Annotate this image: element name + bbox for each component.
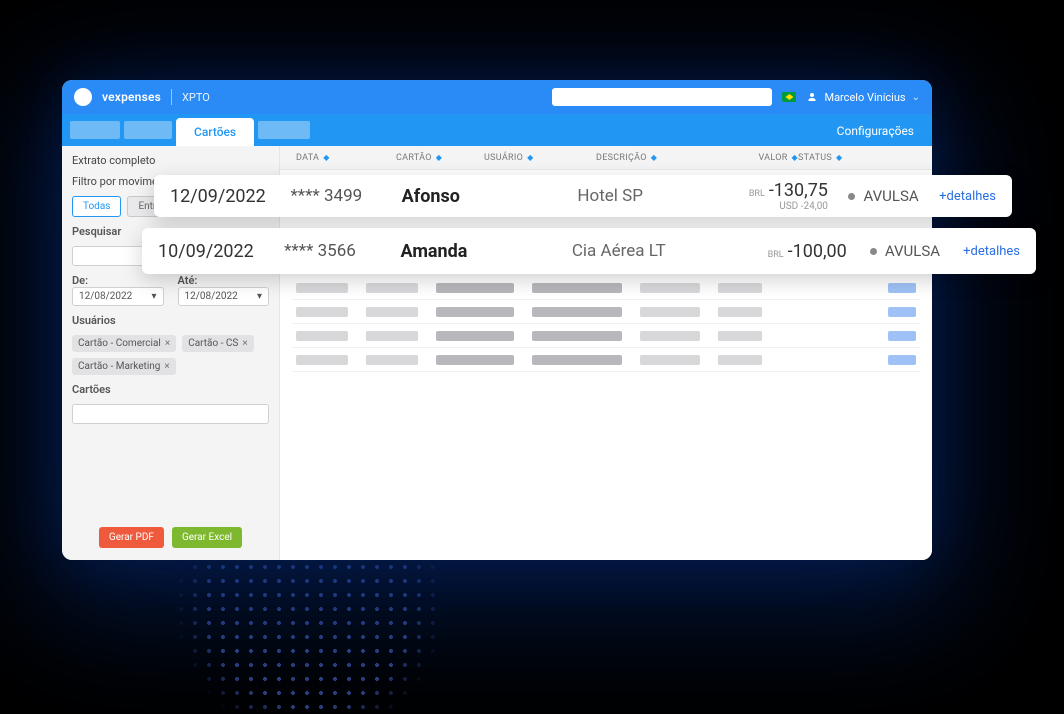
sort-icon: ◆ [323, 153, 329, 162]
nav-config-link[interactable]: Configurações [837, 124, 924, 146]
toggle-todas[interactable]: Todas [72, 196, 121, 217]
row-desc: Hotel SP [531, 186, 689, 206]
filter-chip[interactable]: Cartão - Marketing× [72, 358, 176, 375]
col-card[interactable]: CARTÃO [396, 153, 432, 163]
chevron-down-icon: ▾ [257, 291, 262, 302]
nav-item-placeholder[interactable] [124, 121, 172, 139]
row-user: Amanda [401, 241, 537, 262]
col-value[interactable]: VALOR [758, 153, 787, 163]
brand-logo-icon [74, 88, 92, 106]
row-card: **** 3499 [290, 186, 401, 206]
row-details-link[interactable]: +detalhes [963, 244, 1020, 259]
sort-icon: ◆ [527, 153, 533, 162]
cards-input[interactable] [72, 404, 269, 424]
user-name: Marcelo Vinícius [824, 91, 905, 104]
chevron-down-icon: ▾ [151, 291, 156, 302]
cards-label: Cartões [72, 383, 269, 396]
nav-item-placeholder[interactable] [70, 121, 120, 139]
sort-icon: ◆ [836, 153, 842, 162]
col-desc[interactable]: DESCRIÇÃO [596, 153, 647, 163]
row-date: 12/09/2022 [170, 186, 290, 207]
row-user: Afonso [402, 186, 532, 207]
generate-pdf-button[interactable]: Gerar PDF [99, 527, 164, 548]
nav-bar: Cartões Configurações [62, 114, 932, 146]
row-status: AVULSA [847, 242, 963, 260]
table-row[interactable] [292, 276, 920, 300]
transaction-row[interactable]: 12/09/2022 **** 3499 Afonso Hotel SP BRL… [154, 175, 1012, 217]
col-status[interactable]: STATUS [798, 153, 832, 163]
row-value: BRL-130,75 USD -24,00 [689, 180, 828, 212]
extrato-title: Extrato completo [72, 154, 269, 167]
col-data[interactable]: DATA [296, 153, 319, 163]
to-date-select[interactable]: 12/08/2022 ▾ [178, 287, 270, 306]
to-date-value: 12/08/2022 [185, 291, 238, 302]
table-header: DATA ◆ CARTÃO ◆ USUÁRIO ◆ DESCRIÇÃO ◆ VALOR ◆… [280, 146, 932, 170]
generate-excel-button[interactable]: Gerar Excel [172, 527, 242, 548]
user-menu[interactable]: Marcelo Vinícius ⌄ [806, 91, 920, 104]
to-label: Até: [178, 274, 270, 287]
users-label: Usuários [72, 314, 269, 327]
col-user[interactable]: USUÁRIO [484, 153, 523, 163]
from-date-value: 12/08/2022 [79, 291, 132, 302]
user-avatar-icon [806, 91, 818, 103]
from-label: De: [72, 274, 164, 287]
row-card: **** 3566 [284, 241, 400, 261]
status-dot-icon [870, 248, 877, 255]
top-bar: vexpenses XPTO Marcelo Vinícius ⌄ [62, 80, 932, 114]
tab-cartoes[interactable]: Cartões [176, 118, 254, 146]
tenant-name: XPTO [182, 91, 210, 104]
table-row[interactable] [292, 324, 920, 348]
chip-remove-icon[interactable]: × [242, 338, 247, 349]
row-details-link[interactable]: +detalhes [939, 189, 996, 204]
row-date: 10/09/2022 [158, 241, 284, 262]
table-row[interactable] [292, 300, 920, 324]
row-status: AVULSA [828, 187, 939, 205]
table-row[interactable] [292, 348, 920, 372]
filter-chip[interactable]: Cartão - Comercial× [72, 335, 176, 352]
filter-chip[interactable]: Cartão - CS× [182, 335, 254, 352]
from-date-select[interactable]: 12/08/2022 ▾ [72, 287, 164, 306]
brand-name: vexpenses [102, 90, 161, 104]
sort-icon: ◆ [651, 153, 657, 162]
locale-flag-icon[interactable] [782, 92, 796, 102]
chevron-down-icon: ⌄ [912, 92, 920, 103]
nav-item-placeholder[interactable] [258, 121, 310, 139]
brand-separator [171, 89, 172, 105]
global-search-input[interactable] [552, 88, 772, 106]
chip-remove-icon[interactable]: × [164, 361, 169, 372]
row-desc: Cia Aérea LT [536, 241, 701, 261]
decorative-dots [160, 560, 460, 710]
chip-remove-icon[interactable]: × [165, 338, 170, 349]
transaction-row[interactable]: 10/09/2022 **** 3566 Amanda Cia Aérea LT… [142, 228, 1036, 274]
app-window: vexpenses XPTO Marcelo Vinícius ⌄ Cartõe… [62, 80, 932, 560]
status-dot-icon [848, 193, 855, 200]
row-value: BRL-100,00 [701, 241, 847, 262]
sort-icon: ◆ [436, 153, 442, 162]
